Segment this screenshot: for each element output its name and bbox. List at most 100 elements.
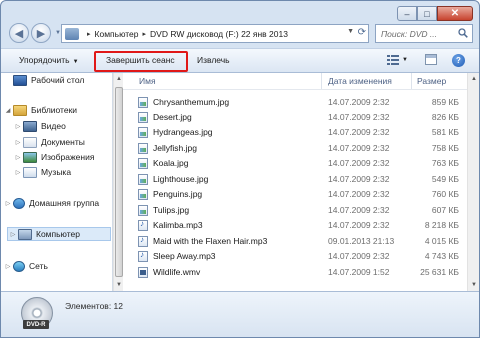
details-pane: DVD-R Элементов: 12	[1, 291, 479, 337]
forward-button[interactable]: ▶	[31, 23, 51, 43]
scrollbar-track[interactable]	[469, 85, 479, 279]
nav-item-video[interactable]: ▷ Видео	[13, 119, 66, 133]
table-row[interactable]: Sleep Away.mp3 14.07.2009 2:32 4 743 КБ	[123, 249, 467, 264]
address-bar[interactable]: ▸ Компьютер ▸ DVD RW дисковод (F:) 22 ян…	[61, 24, 369, 43]
close-button[interactable]: ✕	[437, 6, 473, 21]
forward-arrow-icon: ▶	[36, 27, 46, 40]
back-button[interactable]: ◀	[9, 23, 29, 43]
table-row[interactable]: Koala.jpg 14.07.2009 2:32 763 КБ	[123, 156, 467, 171]
nav-item-pictures[interactable]: ▷ Изображения	[13, 150, 94, 164]
file-name: Maid with the Flaxen Hair.mp3	[153, 236, 268, 246]
table-row[interactable]: Maid with the Flaxen Hair.mp3 09.01.2013…	[123, 234, 467, 249]
column-divider[interactable]	[411, 73, 412, 89]
breadcrumb-separator-icon[interactable]: ▸	[143, 30, 147, 38]
file-list-scrollbar[interactable]: ▲ ▼	[467, 73, 479, 291]
music-icon	[23, 166, 37, 178]
help-button[interactable]: ?	[452, 54, 465, 67]
expand-arrow-icon[interactable]: ▷	[13, 139, 23, 146]
table-row[interactable]: Desert.jpg 14.07.2009 2:32 826 КБ	[123, 110, 467, 125]
breadcrumb-dvd-drive[interactable]: DVD RW дисковод (F:) 22 янв 2013	[150, 29, 288, 39]
table-row[interactable]: Wildlife.wmv 14.07.2009 1:52 25 631 КБ	[123, 265, 467, 280]
file-name: Desert.jpg	[153, 112, 192, 122]
file-name: Lighthouse.jpg	[153, 174, 209, 184]
file-date: 14.07.2009 2:32	[328, 251, 390, 261]
organize-button[interactable]: Упорядочить ▼	[19, 55, 79, 65]
nav-item-label: Музыка	[41, 167, 72, 177]
finish-session-button[interactable]: Завершить сеанс	[106, 55, 175, 65]
audio-file-icon	[138, 235, 148, 247]
file-name: Sleep Away.mp3	[153, 251, 216, 261]
navigation-buttons: ◀ ▶ ▼	[9, 23, 63, 43]
nav-item-homegroup[interactable]: ▷ Домашняя группа	[3, 196, 99, 210]
nav-item-music[interactable]: ▷ Музыка	[13, 165, 71, 179]
network-icon	[13, 260, 25, 272]
search-icon[interactable]	[458, 28, 468, 38]
image-file-icon	[138, 189, 148, 200]
expand-arrow-icon[interactable]: ▷	[3, 263, 13, 270]
file-name: Jellyfish.jpg	[153, 143, 197, 153]
nav-item-label: Библиотеки	[31, 105, 78, 115]
address-dropdown-icon[interactable]: ▼	[347, 28, 354, 35]
command-bar: Упорядочить ▼ Завершить сеанс Извлечь ▼ ?	[1, 48, 479, 73]
scroll-down-icon[interactable]: ▼	[469, 280, 479, 290]
file-size: 4 015 КБ	[424, 236, 459, 246]
expand-arrow-icon[interactable]: ▷	[13, 154, 23, 161]
table-row[interactable]: Hydrangeas.jpg 14.07.2009 2:32 581 КБ	[123, 125, 467, 140]
nav-item-label: Рабочий стол	[31, 75, 85, 85]
image-file-icon	[138, 112, 148, 123]
file-list: Имя Дата изменения Размер Chrysanthemum.…	[123, 73, 467, 291]
file-date: 14.07.2009 2:32	[328, 189, 390, 199]
documents-icon	[23, 136, 37, 148]
nav-item-desktop[interactable]: Рабочий стол	[13, 73, 84, 87]
homegroup-icon	[13, 197, 25, 209]
table-row[interactable]: Lighthouse.jpg 14.07.2009 2:32 549 КБ	[123, 172, 467, 187]
view-icon	[387, 55, 399, 65]
maximize-button[interactable]: □	[417, 6, 437, 21]
expand-arrow-icon[interactable]: ▷	[3, 200, 13, 207]
search-input[interactable]: Поиск: DVD ...	[375, 24, 473, 43]
image-file-icon	[138, 127, 148, 138]
expand-arrow-icon[interactable]: ▷	[8, 231, 18, 238]
breadcrumb-computer[interactable]: Компьютер	[95, 29, 139, 39]
file-size: 4 743 КБ	[424, 251, 459, 261]
column-header-date[interactable]: Дата изменения	[328, 76, 392, 86]
nav-item-label: Домашняя группа	[29, 198, 100, 208]
scrollbar-thumb[interactable]	[115, 87, 123, 277]
file-date: 14.07.2009 2:32	[328, 112, 390, 122]
table-row[interactable]: Penguins.jpg 14.07.2009 2:32 760 КБ	[123, 187, 467, 202]
minimize-button[interactable]: –	[397, 6, 417, 21]
expand-arrow-icon[interactable]: ▷	[13, 123, 23, 130]
table-row[interactable]: Jellyfish.jpg 14.07.2009 2:32 758 КБ	[123, 141, 467, 156]
nav-item-network[interactable]: ▷ Сеть	[3, 259, 48, 273]
navigation-pane-scrollbar[interactable]: ▲ ▼	[113, 73, 123, 291]
nav-item-documents[interactable]: ▷ Документы	[13, 135, 85, 149]
audio-file-icon	[138, 250, 148, 262]
nav-item-computer[interactable]: ▷ Компьютер	[7, 227, 111, 241]
pictures-icon	[23, 151, 37, 163]
computer-icon	[18, 228, 32, 240]
table-row[interactable]: Tulips.jpg 14.07.2009 2:32 607 КБ	[123, 203, 467, 218]
refresh-icon[interactable]: ⟳	[358, 27, 366, 38]
column-header-size[interactable]: Размер	[417, 76, 446, 86]
column-divider[interactable]	[321, 73, 322, 89]
breadcrumb-separator-icon[interactable]: ▸	[87, 30, 91, 38]
file-size: 607 КБ	[431, 205, 459, 215]
back-arrow-icon: ◀	[14, 27, 24, 40]
eject-button[interactable]: Извлечь	[197, 55, 230, 65]
preview-pane-button[interactable]	[425, 54, 437, 65]
collapse-arrow-icon[interactable]: ◢	[3, 107, 13, 114]
drive-icon	[65, 27, 79, 40]
file-size: 758 КБ	[431, 143, 459, 153]
table-row[interactable]: Kalimba.mp3 14.07.2009 2:32 8 218 КБ	[123, 218, 467, 233]
file-name: Wildlife.wmv	[153, 267, 201, 277]
expand-arrow-icon[interactable]: ▷	[13, 169, 23, 176]
file-date: 14.07.2009 2:32	[328, 97, 390, 107]
table-row[interactable]: Chrysanthemum.jpg 14.07.2009 2:32 859 КБ	[123, 95, 467, 110]
column-header-name[interactable]: Имя	[139, 76, 156, 86]
file-size: 826 КБ	[431, 112, 459, 122]
scroll-up-icon[interactable]: ▲	[469, 74, 479, 84]
view-options-button[interactable]: ▼	[387, 54, 408, 66]
desktop-icon	[13, 74, 27, 86]
nav-item-libraries[interactable]: ◢ Библиотеки	[3, 103, 77, 117]
file-name: Hydrangeas.jpg	[153, 127, 213, 137]
